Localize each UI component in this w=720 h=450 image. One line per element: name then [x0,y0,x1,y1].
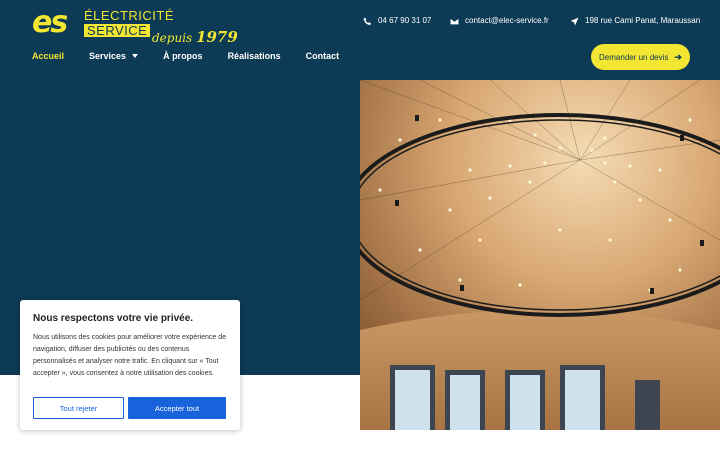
nav-item-contact[interactable]: Contact [306,50,340,62]
reject-all-button[interactable]: Tout rejeter [33,397,124,419]
quote-request-button[interactable]: Demander un devis ➔ [591,44,690,70]
contact-address-text: 198 rue Cami Panat, Maraussan [585,16,701,25]
nav-item-label: Réalisations [227,51,281,61]
arrow-right-icon: ➔ [674,51,682,62]
logo-line-service: SERVICE [84,24,151,37]
envelope-icon [450,18,459,24]
nav-item-a-propos[interactable]: À propos [163,50,203,62]
logo-since: depuis 1979 [152,28,238,46]
cookie-buttons: Tout rejeter Accepter tout [33,397,226,419]
cookie-consent-banner: Nous respectons votre vie privée. Nous u… [20,300,240,430]
logo-mark: es [32,5,68,40]
nav-item-accueil[interactable]: Accueil [32,50,64,62]
logo-since-prefix: depuis [152,31,193,45]
dome-ceiling-illustration [360,80,720,430]
quote-request-label: Demander un devis [599,52,669,62]
nav-item-label: À propos [163,51,203,61]
nav-item-label: Contact [305,51,340,61]
accept-all-button[interactable]: Accepter tout [128,397,226,419]
location-arrow-icon [570,17,579,25]
contact-email-text: contact@elec-service.fr [465,16,549,25]
cookie-text: Nous utilisons des cookies pour améliore… [33,334,226,377]
contact-address[interactable]: 198 rue Cami Panat, Maraussan [570,15,700,27]
contact-phone[interactable]: 04 67 90 31 07 [363,15,431,27]
contact-email[interactable]: contact@elec-service.fr [450,15,549,27]
phone-icon [363,17,371,25]
chevron-down-icon [132,54,139,58]
logo-since-year: 1979 [196,28,238,46]
nav-item-realisations[interactable]: Réalisations [228,50,281,62]
main-nav: Accueil Services À propos Réalisations C… [32,50,364,62]
contact-phone-text: 04 67 90 31 07 [378,16,432,25]
site-logo[interactable]: es ÉLECTRICITÉ SERVICE depuis 1979 [32,5,238,46]
nav-item-services[interactable]: Services [89,50,139,62]
cookie-title: Nous respectons votre vie privée. [33,313,194,324]
nav-item-label: Accueil [32,51,65,61]
hero-image [360,80,720,430]
logo-line-electricite: ÉLECTRICITÉ [84,8,175,23]
nav-item-label: Services [89,51,127,61]
